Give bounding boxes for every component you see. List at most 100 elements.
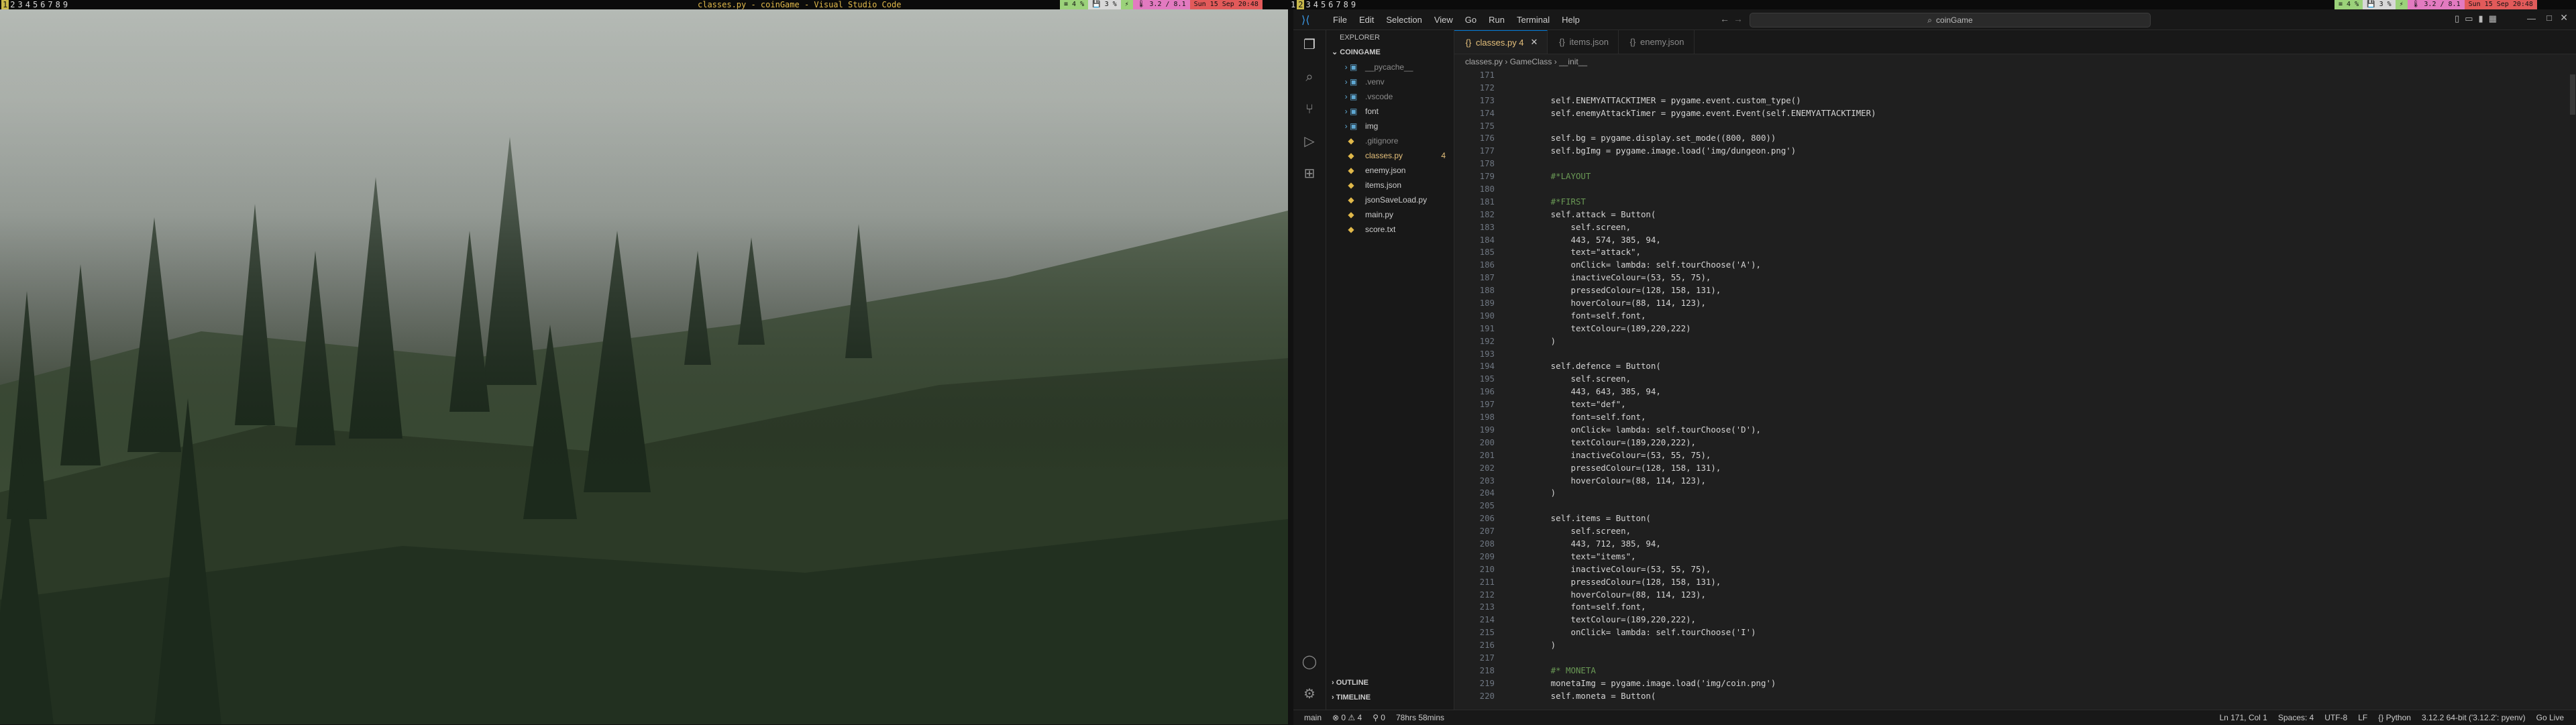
code-line: 208 443, 712, 385, 94,: [1454, 538, 2576, 551]
run-debug-icon[interactable]: ▷: [1301, 133, 1318, 150]
line-number: 178: [1479, 158, 1495, 169]
nav-forward-icon[interactable]: →: [1733, 13, 1743, 24]
workspace-9[interactable]: 9: [62, 0, 69, 9]
line-number: 183: [1479, 221, 1495, 232]
code-line: 199 onClick= lambda: self.tourChoose('D'…: [1454, 424, 2576, 437]
close-icon[interactable]: ✕: [2560, 12, 2568, 23]
status-item[interactable]: ⊗ 0 ⚠ 4: [1327, 713, 1367, 722]
file-icon: {}: [1629, 37, 1636, 47]
workspace-2[interactable]: 2: [9, 0, 16, 9]
file-tree-item[interactable]: › ▣ .vscode: [1326, 89, 1454, 104]
status-item[interactable]: 78hrs 58mins: [1391, 713, 1450, 722]
breadcrumb-item[interactable]: classes.py: [1465, 57, 1503, 66]
workspace-9[interactable]: 9: [1350, 0, 1357, 9]
code-line: 173 self.ENEMYATTACKTIMER = pygame.event…: [1454, 95, 2576, 107]
timeline-section[interactable]: › TIMELINE: [1332, 690, 1371, 705]
status-item[interactable]: Ln 171, Col 1: [2214, 713, 2272, 722]
code-editor[interactable]: 171 172 173 self.ENEMYATTACKTIMER = pygame…: [1454, 69, 2576, 710]
outline-section[interactable]: › OUTLINE: [1332, 675, 1368, 690]
project-root[interactable]: ⌄ COINGAME: [1326, 45, 1454, 60]
line-number: 211: [1479, 576, 1495, 587]
workspace-2[interactable]: 2: [1297, 0, 1305, 9]
folder-icon: › ▣: [1344, 107, 1358, 116]
workspace-8[interactable]: 8: [1342, 0, 1350, 9]
editor-tab[interactable]: {} enemy.json: [1619, 30, 1695, 54]
workspace-1[interactable]: 1: [1, 0, 9, 9]
system-module: ⚡: [1120, 0, 1133, 9]
menu-item-run[interactable]: Run: [1483, 15, 1511, 25]
file-tree-item[interactable]: ◆ .gitignore: [1326, 133, 1454, 148]
file-name: main.py: [1365, 210, 1394, 219]
editor-scrollbar[interactable]: [2570, 74, 2575, 115]
workspace-8[interactable]: 8: [54, 0, 62, 9]
status-item[interactable]: Spaces: 4: [2273, 713, 2319, 722]
workspace-5[interactable]: 5: [32, 0, 39, 9]
close-icon[interactable]: ✕: [1531, 37, 1538, 48]
status-item[interactable]: LF: [2353, 713, 2373, 722]
workspace-5[interactable]: 5: [1320, 0, 1327, 9]
workspace-switcher-left[interactable]: 123456789: [1, 0, 69, 9]
menu-item-terminal[interactable]: Terminal: [1511, 15, 1556, 25]
explorer-icon[interactable]: ❐: [1301, 37, 1318, 53]
menu-item-edit[interactable]: Edit: [1353, 15, 1380, 25]
file-tree-item[interactable]: › ▣ img: [1326, 119, 1454, 133]
maximize-icon[interactable]: □: [2546, 13, 2552, 23]
file-tree-item[interactable]: ◆ jsonSaveLoad.py: [1326, 192, 1454, 207]
status-item[interactable]: Go Live: [2531, 713, 2569, 722]
code-line: 220 self.moneta = Button(: [1454, 690, 2576, 703]
account-icon[interactable]: ◯: [1301, 654, 1318, 670]
code-text: self.defence = Button(: [1511, 361, 1661, 372]
workspace-3[interactable]: 3: [1304, 0, 1311, 9]
file-tree-item[interactable]: ◆ main.py: [1326, 207, 1454, 222]
file-tree-item[interactable]: › ▣ __pycache__: [1326, 60, 1454, 74]
menu-item-help[interactable]: Help: [1556, 15, 1586, 25]
nav-back-icon[interactable]: ←: [1720, 13, 1729, 24]
command-center-search[interactable]: ⌕ coinGame: [1750, 13, 2151, 27]
workspace-7[interactable]: 7: [1334, 0, 1342, 9]
code-text: hoverColour=(88, 114, 123),: [1511, 475, 1706, 486]
file-tree-item[interactable]: ◆ classes.py 4: [1326, 148, 1454, 163]
status-item[interactable]: UTF-8: [2319, 713, 2353, 722]
folder-icon: › ▣: [1344, 62, 1358, 72]
workspace-4[interactable]: 4: [1312, 0, 1320, 9]
status-item[interactable]: {} Python: [2373, 713, 2416, 722]
file-tree-item[interactable]: ◆ items.json: [1326, 178, 1454, 192]
file-tree-item[interactable]: ◆ score.txt: [1326, 222, 1454, 237]
code-text: hoverColour=(88, 114, 123),: [1511, 589, 1706, 600]
workspace-switcher-right[interactable]: 123456789: [1289, 0, 1357, 9]
menu-item-selection[interactable]: Selection: [1380, 15, 1428, 25]
code-line: 175: [1454, 120, 2576, 133]
workspace-3[interactable]: 3: [16, 0, 23, 9]
desktop-wallpaper: [0, 9, 1288, 724]
workspace-6[interactable]: 6: [1327, 0, 1334, 9]
layout-toggle-icons[interactable]: ▯▭▮▦: [2455, 13, 2502, 24]
title-bar: ⟩⟨ File Edit Selection View Go Run Terminal Hel…: [1293, 9, 2576, 30]
file-icon: ◆: [1348, 136, 1354, 146]
window-title: classes.py - coinGame - Visual Studio Co…: [698, 0, 902, 9]
minimize-icon[interactable]: —: [2527, 13, 2536, 23]
status-item[interactable]: 3.12.2 64-bit ('3.12.2': pyenv): [2416, 713, 2531, 722]
source-control-icon[interactable]: ⑂: [1301, 101, 1318, 117]
breadcrumb-item[interactable]: __init__: [1559, 57, 1587, 66]
workspace-4[interactable]: 4: [24, 0, 32, 9]
file-tree-item[interactable]: › ▣ font: [1326, 104, 1454, 119]
menu-item-view[interactable]: View: [1428, 15, 1459, 25]
workspace-6[interactable]: 6: [39, 0, 46, 9]
file-tree-item[interactable]: › ▣ .venv: [1326, 74, 1454, 89]
editor-tab[interactable]: {} classes.py 4 ✕: [1454, 30, 1548, 54]
workspace-7[interactable]: 7: [46, 0, 54, 9]
code-text: #*FIRST: [1511, 196, 1586, 207]
extensions-icon[interactable]: ⊞: [1301, 166, 1318, 182]
editor-tab[interactable]: {} items.json: [1548, 30, 1619, 54]
code-line: 206 self.items = Button(: [1454, 512, 2576, 525]
search-icon[interactable]: ⌕: [1301, 69, 1318, 85]
workspace-1[interactable]: 1: [1289, 0, 1297, 9]
status-item[interactable]: main: [1299, 713, 1327, 722]
breadcrumb-item[interactable]: GameClass: [1510, 57, 1552, 66]
menu-item-go[interactable]: Go: [1459, 15, 1483, 25]
menu-item-file[interactable]: File: [1327, 15, 1353, 25]
settings-gear-icon[interactable]: ⚙: [1301, 686, 1318, 702]
status-item[interactable]: ⚲ 0: [1367, 713, 1391, 722]
code-text: text="def",: [1511, 399, 1626, 410]
file-tree-item[interactable]: ◆ enemy.json: [1326, 163, 1454, 178]
